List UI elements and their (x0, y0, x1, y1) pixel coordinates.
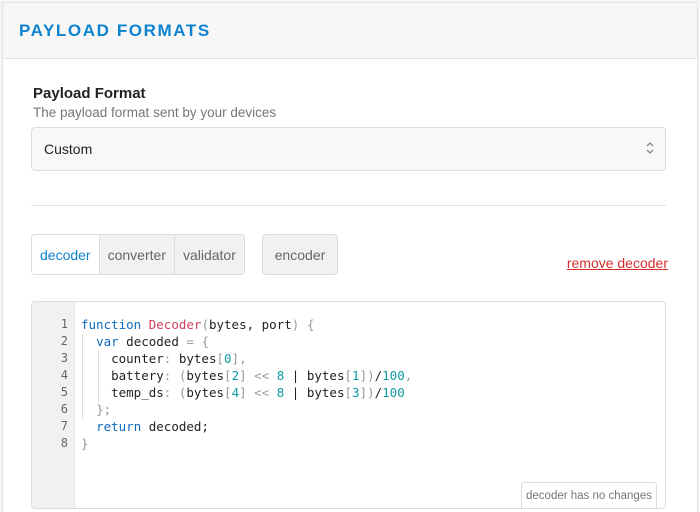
code-token: battery (81, 368, 164, 383)
code-line[interactable]: return decoded; (81, 418, 209, 435)
code-token: 3 (352, 385, 360, 400)
line-number: 5 (60, 385, 68, 399)
function-tab-group: decoder converter validator (31, 234, 245, 275)
code-token: bytes (171, 351, 217, 366)
editor-status: decoder has no changes (521, 482, 657, 508)
card-title: PAYLOAD FORMATS (19, 20, 211, 40)
indent-guide (98, 351, 99, 402)
code-token: [ (344, 385, 353, 400)
code-token: } (81, 436, 89, 451)
payload-format-select-value: Custom (44, 141, 93, 157)
code-token: bytes, port (208, 317, 292, 332)
code-token: ] (231, 351, 240, 366)
code-token: ] (359, 385, 368, 400)
code-token: << (254, 385, 270, 400)
code-token: ) (367, 385, 375, 400)
code-line[interactable]: battery: (bytes[2] << 8 | bytes[1])/100, (81, 367, 412, 384)
code-token: = (186, 334, 194, 349)
code-token: ] (239, 385, 247, 400)
code-token: decoded (118, 334, 187, 349)
line-number: 1 (60, 317, 68, 331)
payload-format-label: Payload Format (33, 85, 146, 102)
code-token: ( (201, 317, 209, 332)
code-token: temp_ds (81, 385, 164, 400)
line-number: 2 (60, 334, 68, 348)
code-token: 2 (231, 368, 240, 383)
line-number: 7 (60, 419, 68, 433)
code-token: ] (359, 368, 368, 383)
code-token: counter (81, 351, 164, 366)
code-token: [ (224, 385, 232, 400)
code-line[interactable]: var decoded = { (81, 333, 209, 350)
indent-guide (82, 334, 83, 419)
code-token: 100 (382, 385, 405, 400)
code-line[interactable]: temp_ds: (bytes[4] << 8 | bytes[3])/100 (81, 384, 405, 401)
line-number: 4 (60, 368, 68, 382)
line-number-gutter: 1 2 3 4 5 6 7 8 (32, 302, 75, 508)
code-token: bytes (186, 385, 225, 400)
code-line[interactable]: counter: bytes[0], (81, 350, 247, 367)
code-token: , (239, 351, 247, 366)
code-token: Decoder (148, 317, 202, 332)
chevron-up-down-icon (645, 141, 655, 157)
code-token: decoded; (141, 419, 209, 434)
code-line[interactable]: }; (81, 401, 111, 418)
code-token: bytes (186, 368, 225, 383)
code-token: ) (367, 368, 375, 383)
code-token: { (306, 317, 315, 332)
payload-format-select[interactable]: Custom (31, 127, 666, 171)
code-token: [ (344, 368, 353, 383)
tab-validator[interactable]: validator (173, 235, 244, 274)
code-token: { (201, 334, 209, 349)
remove-decoder-link[interactable]: remove decoder (567, 255, 668, 271)
tab-encoder[interactable]: encoder (262, 234, 338, 275)
code-token: 100 (382, 368, 405, 383)
line-number: 6 (60, 402, 68, 416)
code-token: ] (239, 368, 247, 383)
code-token: var (96, 334, 119, 349)
code-token: | bytes (284, 385, 345, 400)
divider (31, 205, 666, 206)
code-token: , (404, 368, 413, 383)
code-token: [ (216, 351, 225, 366)
payload-format-description: The payload format sent by your devices (33, 105, 277, 120)
code-token: | bytes (284, 368, 345, 383)
tab-decoder[interactable]: decoder (32, 235, 99, 274)
code-token: 4 (231, 385, 240, 400)
code-line[interactable]: } (81, 435, 89, 452)
code-token: 1 (352, 368, 360, 383)
code-token: return (96, 419, 142, 434)
code-token: }; (96, 402, 112, 417)
code-token: << (254, 368, 270, 383)
line-number: 3 (60, 351, 68, 365)
code-token: function (81, 317, 142, 332)
tab-converter[interactable]: converter (98, 235, 174, 274)
code-line[interactable]: function Decoder(bytes, port) { (81, 316, 314, 333)
card-header: PAYLOAD FORMATS (3, 3, 697, 59)
code-token: [ (224, 368, 232, 383)
code-token: 0 (224, 351, 232, 366)
code-editor[interactable]: 1 2 3 4 5 6 7 8 function Decoder(bytes, port) {… (31, 301, 666, 509)
line-number: 8 (60, 436, 68, 450)
